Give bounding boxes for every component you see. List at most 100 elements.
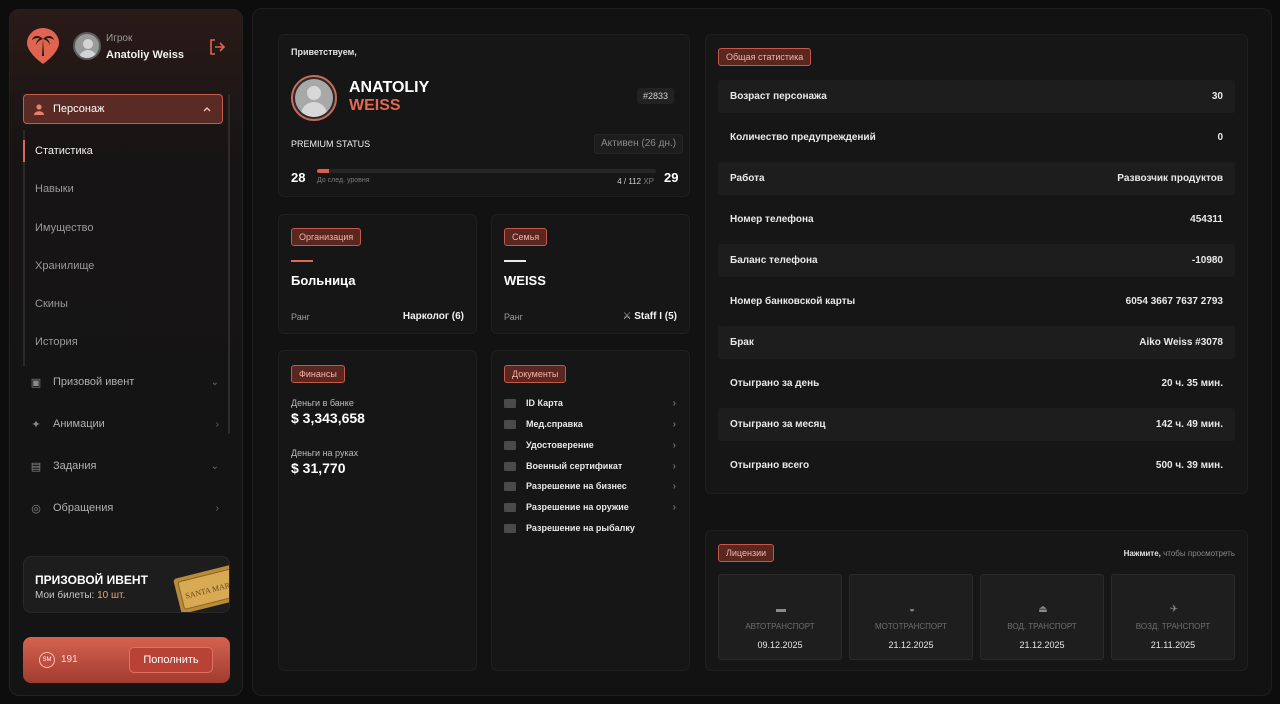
golden-ticket-icon: SANTA MARIA	[173, 562, 229, 612]
animation-icon: ✦	[31, 419, 41, 431]
chevron-right-icon: ›	[672, 480, 676, 492]
subnav-skins[interactable]: Скины	[35, 298, 68, 310]
document-weapon[interactable]: Разрешение на оружие ›	[504, 500, 676, 514]
sidebar: Игрок Anatoliy Weiss Персонаж Статистика…	[9, 9, 243, 696]
sidebar-scrollbar[interactable]	[228, 94, 230, 434]
nav-tasks-label: Задания	[53, 460, 97, 472]
stat-key: Баланс телефона	[730, 255, 818, 266]
logout-icon[interactable]	[208, 38, 226, 56]
family-tag: Семья	[504, 228, 548, 246]
license-name: ВОД. ТРАНСПОРТ	[1007, 622, 1077, 631]
stat-row: Возраст персонажа 30	[718, 80, 1235, 113]
nav-tasks[interactable]: ▤ Задания ⌄	[23, 454, 223, 478]
chevron-right-icon: ›	[215, 502, 219, 514]
license-boat[interactable]: ⏏ ВОД. ТРАНСПОРТ 21.12.2025	[980, 574, 1104, 660]
stat-key: Отыграно всего	[730, 460, 810, 471]
xp-total: 112	[628, 177, 642, 186]
stat-value: 454311	[1190, 214, 1223, 225]
coin-icon: SM	[39, 652, 55, 668]
bank-value: $ 3,343,658	[291, 410, 365, 426]
documents-tag: Документы	[504, 365, 567, 383]
licenses-hint: Нажмите, чтобы просмотреть	[1124, 549, 1235, 558]
accent-line	[504, 260, 526, 262]
stat-row: Отыграно за месяц 142 ч. 49 мин.	[718, 408, 1235, 441]
license-air[interactable]: ✈ ВОЗД. ТРАНСПОРТ 21.11.2025	[1111, 574, 1235, 660]
document-label: Разрешение на оружие	[526, 502, 629, 512]
license-date: 21.11.2025	[1150, 640, 1196, 650]
nav-animations[interactable]: ✦ Анимации ›	[23, 412, 223, 436]
greeting: Приветствуем,	[291, 47, 357, 57]
hint-rest: чтобы просмотреть	[1160, 549, 1235, 558]
chevron-down-icon: ⌄	[210, 460, 219, 472]
stat-key: Отыграно за день	[730, 378, 820, 389]
family-rank-text: Staff I (5)	[634, 311, 677, 322]
profile-avatar[interactable]	[291, 75, 337, 121]
subnav-skills[interactable]: Навыки	[35, 183, 74, 195]
subnav-storage[interactable]: Хранилище	[35, 260, 94, 272]
user-icon	[34, 103, 44, 115]
stat-value: Развозчик продуктов	[1117, 173, 1223, 184]
stat-row: Баланс телефона -10980	[718, 244, 1235, 277]
nav-character[interactable]: Персонаж	[23, 94, 223, 124]
document-label: Разрешение на бизнес	[526, 481, 627, 491]
chevron-right-icon: ›	[215, 418, 219, 430]
last-name: WEISS	[349, 97, 401, 114]
nav-support-label: Обращения	[53, 502, 114, 514]
document-medical[interactable]: Мед.справка ›	[504, 417, 676, 431]
crossed-swords-icon: ⚔	[622, 311, 632, 322]
event-tickets-label: Мои билеты:	[35, 590, 95, 601]
chevron-up-icon	[203, 107, 211, 112]
stat-row: Количество предупреждений 0	[718, 121, 1235, 154]
xp-note: До след. уровня	[317, 177, 370, 184]
hint-bold: Нажмите,	[1123, 549, 1161, 558]
subnav-history[interactable]: История	[35, 336, 78, 348]
documents-card: Документы ID Карта › Мед.справка › Удостов…	[491, 350, 690, 671]
family-rank-label: Ранг	[504, 312, 523, 322]
subnav-property[interactable]: Имущество	[35, 222, 94, 234]
boat-icon: ⏏	[1038, 604, 1048, 615]
next-level: 29	[664, 170, 679, 185]
nav-animations-label: Анимации	[53, 418, 105, 430]
chevron-right-icon: ›	[672, 397, 676, 409]
document-military[interactable]: Военный сертификат ›	[504, 459, 676, 473]
stat-row: Номер банковской карты 6054 3667 7637 279…	[718, 285, 1235, 318]
bank-label: Деньги в банке	[291, 398, 354, 408]
coin-balance: 191	[61, 654, 78, 665]
avatar[interactable]	[73, 32, 101, 60]
nav-prize-event[interactable]: ▣ Призовой ивент ⌄	[23, 370, 223, 394]
cash-value: $ 31,770	[291, 460, 346, 476]
chevron-down-icon: ⌄	[210, 376, 219, 388]
organization-rank-label: Ранг	[291, 312, 310, 322]
license-date: 09.12.2025	[757, 640, 803, 650]
stat-key: Номер телефона	[730, 214, 814, 225]
license-name: АВТОТРАНСПОРТ	[745, 622, 815, 631]
document-id-card[interactable]: ID Карта ›	[504, 396, 676, 410]
document-label: Мед.справка	[526, 419, 583, 429]
player-id-badge: #2833	[637, 88, 675, 104]
family-rank-value: ⚔ Staff I (5)	[622, 311, 677, 322]
current-level: 28	[291, 170, 306, 185]
license-car[interactable]: ▬ АВТОТРАНСПОРТ 09.12.2025	[718, 574, 842, 660]
finance-card: Финансы Деньги в банке $ 3,343,658 Деньг…	[278, 350, 477, 671]
organization-card: Организация Больница Ранг Нарколог (6)	[278, 214, 477, 334]
nav-support[interactable]: ◎ Обращения ›	[23, 496, 223, 520]
nav-prize-event-label: Призовой ивент	[53, 376, 135, 388]
license-date: 21.12.2025	[888, 640, 934, 650]
license-name: МОТОТРАНСПОРТ	[874, 622, 948, 631]
license-moto[interactable]: ◒ МОТОТРАНСПОРТ 21.12.2025	[849, 574, 973, 660]
first-name: ANATOLIY	[349, 79, 430, 96]
stat-row: Отыграно за день 20 ч. 35 мин.	[718, 367, 1235, 400]
id-card-icon	[504, 398, 516, 408]
top-up-button[interactable]: Пополнить	[129, 647, 213, 673]
premium-state-badge: Активен (26 дн.)	[594, 134, 684, 154]
subnav-statistics[interactable]: Статистика	[35, 145, 93, 157]
event-tickets: Мои билеты: 10 шт.	[35, 590, 125, 601]
document-license[interactable]: Удостоверение ›	[504, 438, 676, 452]
palm-logo-icon	[27, 28, 59, 64]
document-fishing[interactable]: Разрешение на рыбалку	[504, 521, 676, 535]
document-business[interactable]: Разрешение на бизнес ›	[504, 479, 676, 493]
stat-value: 0	[1217, 132, 1223, 143]
prize-event-card[interactable]: ПРИЗОВОЙ ИВЕНТ Мои билеты: 10 шт. SANTA …	[23, 556, 230, 613]
stats-card: Общая статистика Возраст персонажа 30 Кол…	[705, 34, 1248, 494]
stat-row: Работа Развозчик продуктов	[718, 162, 1235, 195]
